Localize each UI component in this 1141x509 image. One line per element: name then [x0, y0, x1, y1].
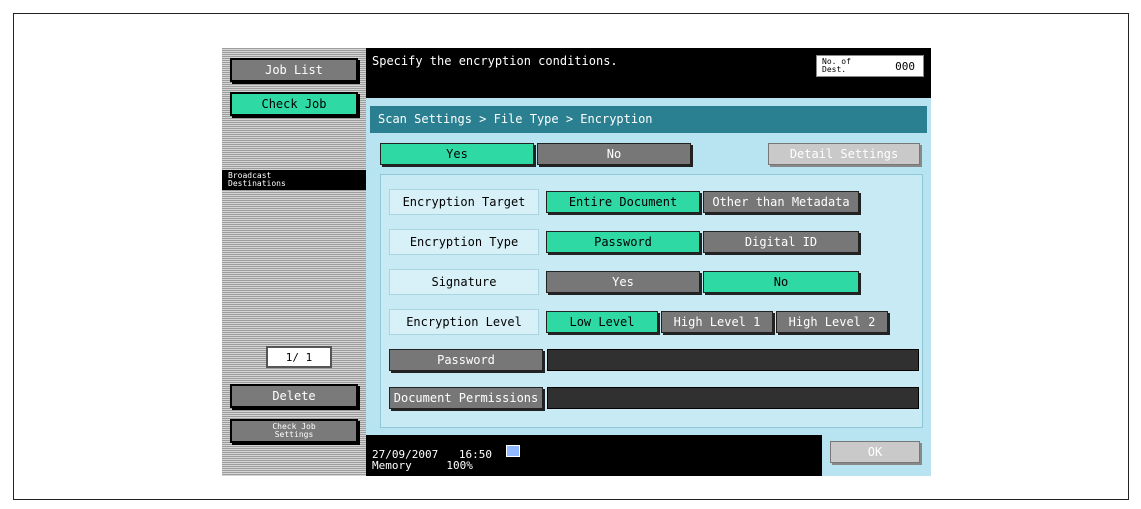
signature-no-button[interactable]: No: [703, 271, 859, 293]
status-bar: 27/09/2007 16:50 Memory 100% OK: [366, 435, 931, 476]
memory-value: 100%: [446, 459, 473, 472]
high-level-1-button[interactable]: High Level 1: [661, 311, 773, 333]
encryption-options-area: Encryption Target Entire Document Other …: [380, 174, 923, 428]
signature-yes-button[interactable]: Yes: [546, 271, 700, 293]
dest-label-line2: Dest.: [822, 65, 847, 74]
encryption-type-label: Encryption Type: [389, 229, 539, 255]
digital-id-button[interactable]: Digital ID: [703, 231, 859, 253]
destination-count-value: 000: [895, 60, 915, 73]
instruction-text: Specify the encryption conditions.: [372, 54, 618, 68]
low-level-button[interactable]: Low Level: [546, 311, 658, 333]
encryption-level-row: Encryption Level Low Level High Level 1 …: [389, 309, 909, 335]
encryption-yes-button[interactable]: Yes: [380, 143, 534, 165]
message-bar: Specify the encryption conditions. No. o…: [366, 48, 931, 98]
encryption-target-row: Encryption Target Entire Document Other …: [389, 189, 909, 215]
document-permissions-field[interactable]: [547, 387, 919, 409]
encryption-level-label: Encryption Level: [389, 309, 539, 335]
page-counter: 1/ 1: [266, 346, 332, 368]
broadcast-destinations-header: Broadcast Destinations: [222, 170, 366, 190]
encryption-settings-panel: Scan Settings > File Type > Encryption Y…: [366, 98, 931, 435]
network-icon: [506, 445, 520, 457]
ok-button[interactable]: OK: [830, 441, 920, 463]
check-job-settings-button[interactable]: Check Job Settings: [230, 419, 358, 443]
password-button[interactable]: Password: [389, 349, 543, 371]
encryption-target-label: Encryption Target: [389, 189, 539, 215]
high-level-2-button[interactable]: High Level 2: [776, 311, 888, 333]
memory-label: Memory: [372, 459, 412, 472]
detail-settings-button[interactable]: Detail Settings: [768, 143, 920, 165]
document-permissions-button[interactable]: Document Permissions: [389, 387, 543, 409]
status-datetime: 27/09/2007 16:50 Memory 100%: [372, 449, 492, 471]
signature-label: Signature: [389, 269, 539, 295]
check-job-button[interactable]: Check Job: [230, 92, 358, 116]
signature-row: Signature Yes No: [389, 269, 909, 295]
encryption-type-row: Encryption Type Password Digital ID: [389, 229, 909, 255]
job-list-button[interactable]: Job List: [230, 58, 358, 82]
other-than-metadata-button[interactable]: Other than Metadata: [703, 191, 859, 213]
ok-area: OK: [822, 435, 931, 476]
check-job-settings-line2: Settings: [274, 430, 314, 439]
password-field[interactable]: [547, 349, 919, 371]
entire-document-button[interactable]: Entire Document: [546, 191, 700, 213]
password-row: Password: [389, 347, 919, 373]
breadcrumb: Scan Settings > File Type > Encryption: [370, 106, 927, 133]
broadcast-label-line2: Destinations: [228, 179, 286, 188]
destination-count-label: No. of Dest.: [822, 58, 851, 74]
left-panel: Job List Check Job Broadcast Destination…: [222, 48, 366, 476]
encryption-no-button[interactable]: No: [537, 143, 691, 165]
delete-button[interactable]: Delete: [230, 384, 358, 408]
password-type-button[interactable]: Password: [546, 231, 700, 253]
destination-count-box: No. of Dest. 000: [816, 55, 924, 77]
document-permissions-row: Document Permissions: [389, 385, 919, 411]
